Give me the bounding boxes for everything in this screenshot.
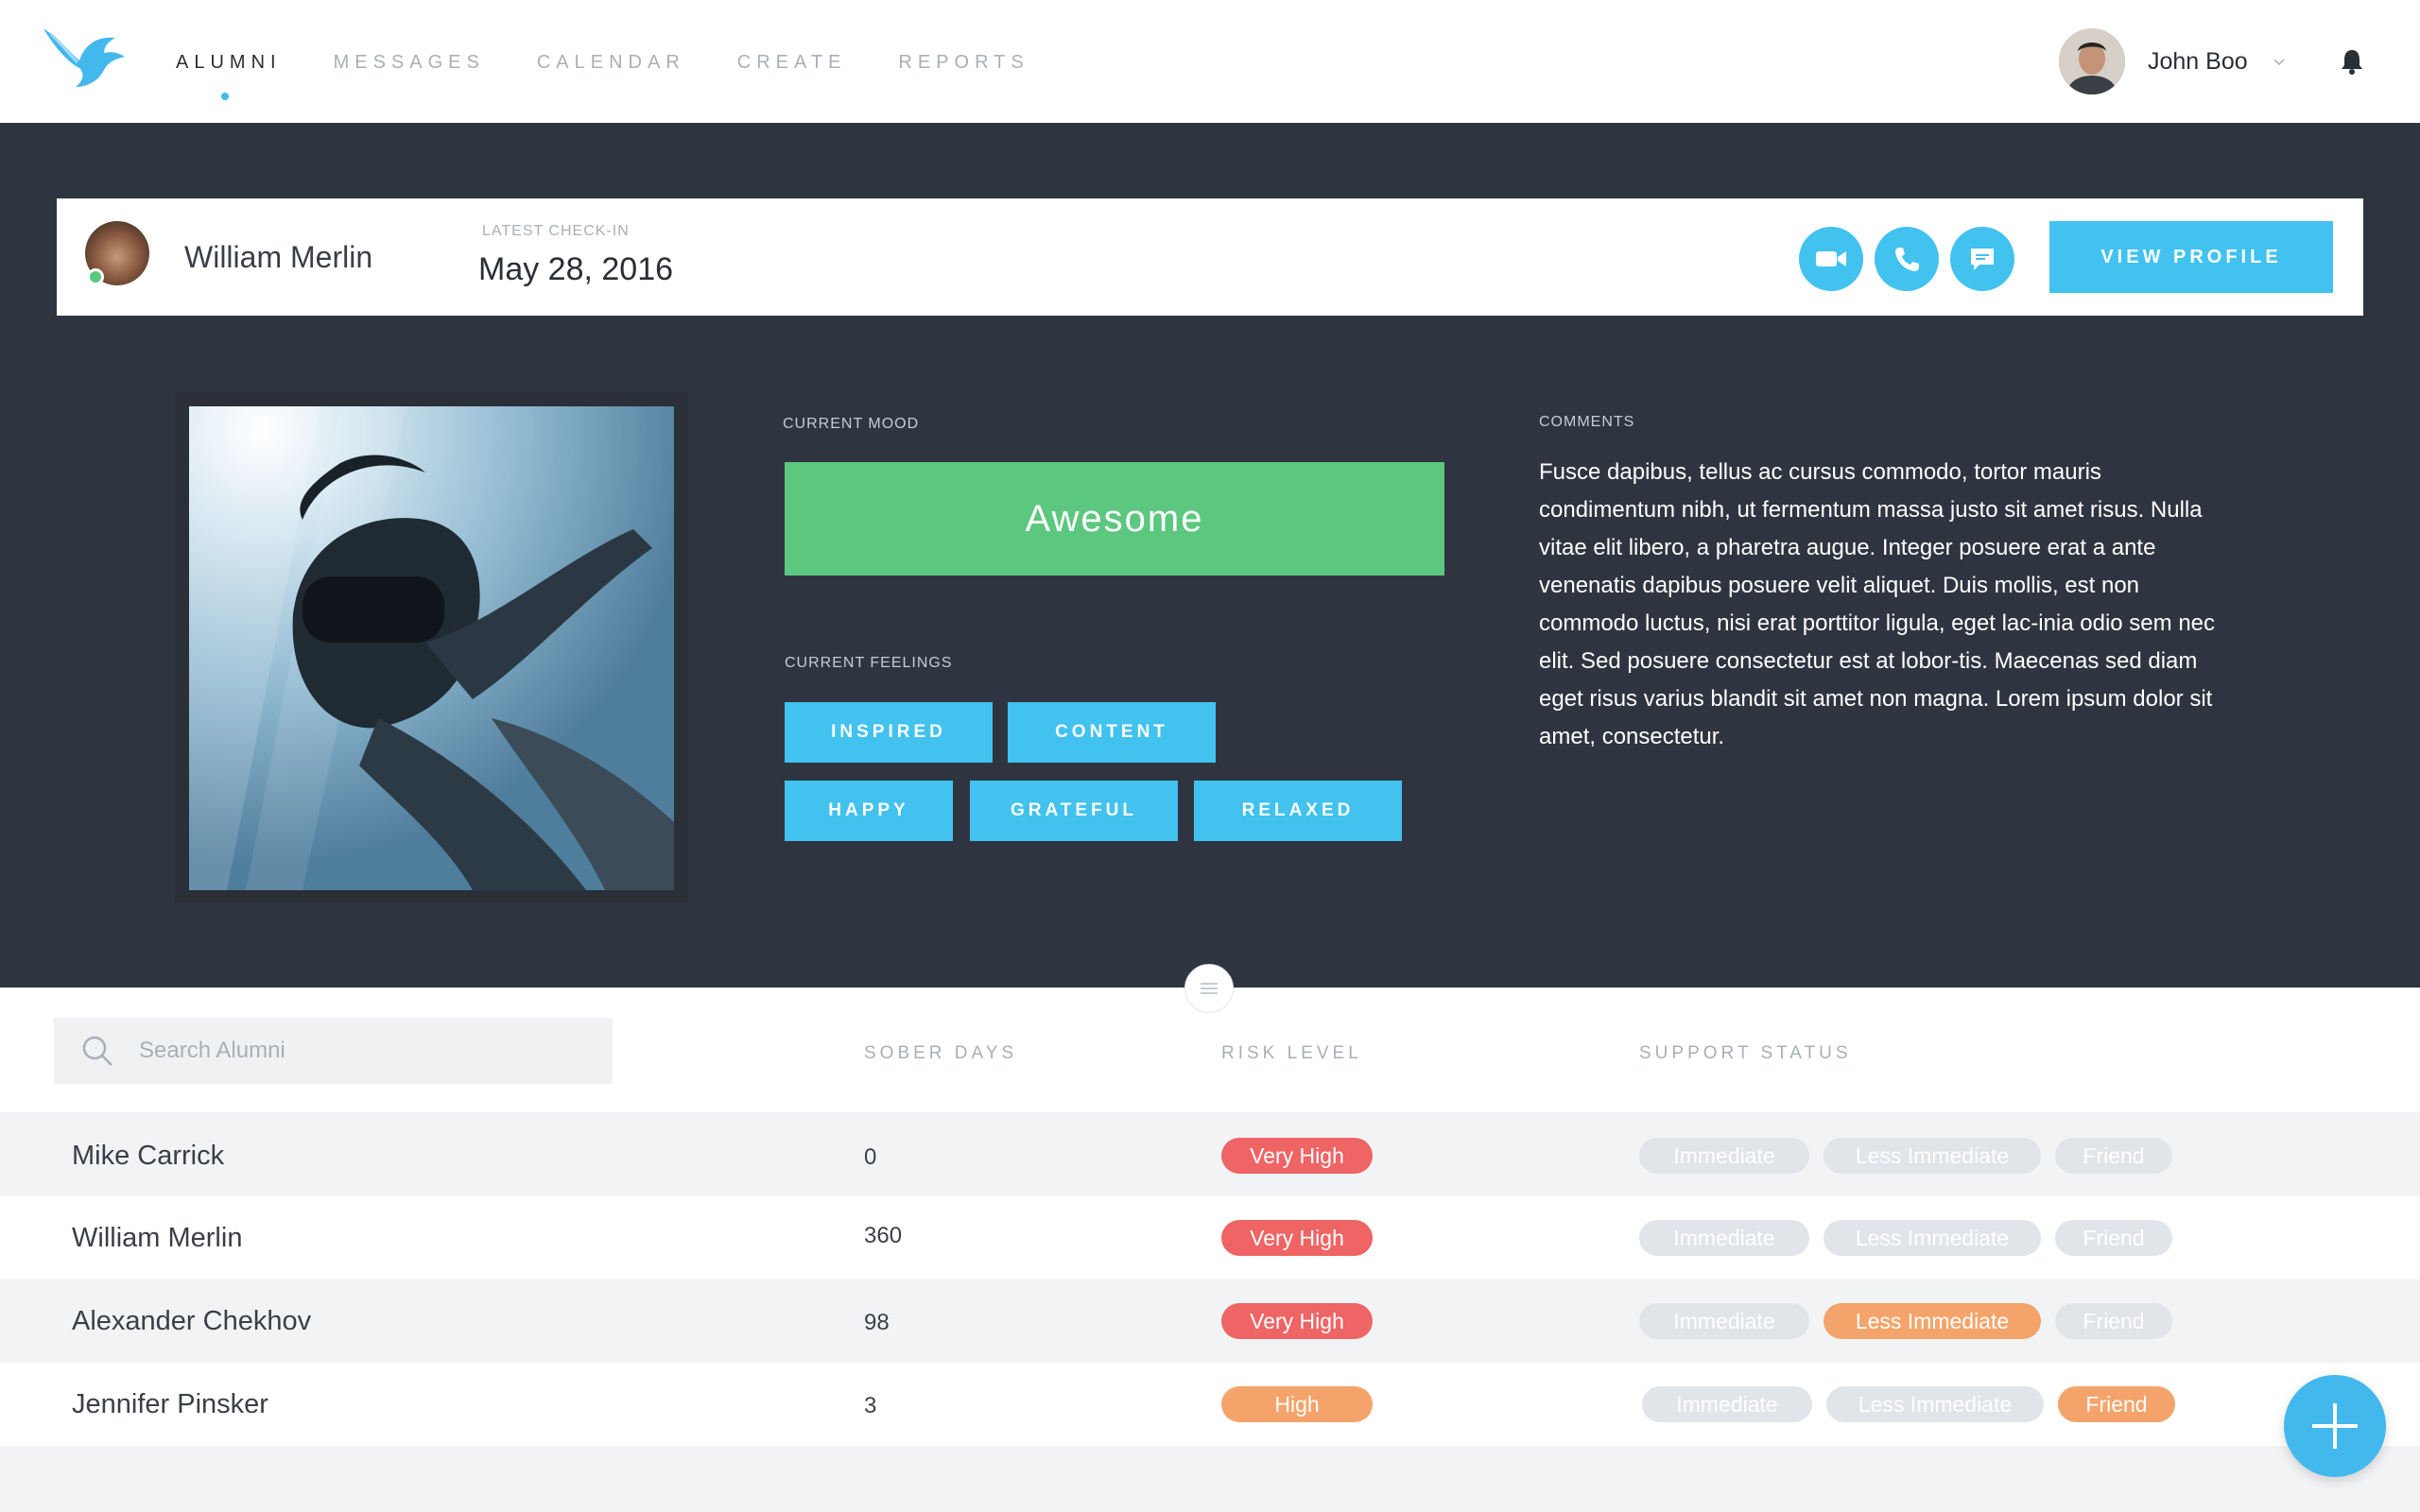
top-nav-bar: ALUMNI MESSAGES CALENDAR CREATE REPORTS … <box>0 0 2420 123</box>
support-status-friend[interactable]: Friend <box>2055 1138 2172 1174</box>
support-status-friend-selected[interactable]: Friend <box>2058 1386 2175 1422</box>
video-call-button[interactable] <box>1799 227 1863 291</box>
user-menu[interactable]: John Boo <box>2059 28 2286 94</box>
column-header-sober-days[interactable]: SOBER DAYS <box>864 1043 1017 1064</box>
chevron-down-icon <box>2273 59 2285 66</box>
checkin-date: May 28, 2016 <box>478 251 674 287</box>
latest-checkin-card: William Merlin LATEST CHECK-IN May 28, 2… <box>57 198 2363 316</box>
sober-days-value: 360 <box>864 1223 903 1248</box>
phone-icon <box>1895 248 1919 271</box>
feeling-tag-relaxed[interactable]: RELAXED <box>1194 781 1402 841</box>
support-status-immediate[interactable]: Immediate <box>1642 1386 1812 1422</box>
search-icon <box>82 1036 112 1066</box>
column-header-risk-level[interactable]: RISK LEVEL <box>1221 1043 1362 1064</box>
alumni-name: Jennifer Pinsker <box>72 1389 268 1419</box>
nav-label: CALENDAR <box>536 52 685 73</box>
online-status-dot <box>87 268 104 285</box>
checkin-label: LATEST CHECK-IN <box>482 223 630 239</box>
nav-label: ALUMNI <box>176 52 282 73</box>
sober-days-value: 0 <box>864 1144 877 1170</box>
add-alumni-button[interactable] <box>2284 1375 2386 1477</box>
bird-logo-icon[interactable] <box>42 25 127 93</box>
feeling-tag-inspired[interactable]: INSPIRED <box>785 702 993 763</box>
nav-item-alumni[interactable]: ALUMNI <box>176 52 282 100</box>
alumni-name: William Merlin <box>184 240 373 274</box>
nav-item-reports[interactable]: REPORTS <box>898 53 1028 72</box>
feeling-tag-content[interactable]: CONTENT <box>1008 702 1216 763</box>
nav-item-create[interactable]: CREATE <box>737 53 847 72</box>
risk-level-badge: Very High <box>1221 1138 1373 1174</box>
underwater-selfie-image <box>189 406 674 890</box>
risk-level-badge: High <box>1221 1386 1373 1422</box>
main-nav: ALUMNI MESSAGES CALENDAR CREATE REPORTS <box>176 52 1081 100</box>
support-status-friend[interactable]: Friend <box>2055 1303 2172 1339</box>
table-row[interactable]: Mike Carrick 0 Very High Immediate Less … <box>0 1114 2420 1197</box>
current-mood-label: CURRENT MOOD <box>783 416 920 432</box>
search-input[interactable] <box>139 1038 593 1064</box>
support-status-immediate[interactable]: Immediate <box>1639 1138 1809 1174</box>
support-status-immediate[interactable]: Immediate <box>1639 1220 1809 1256</box>
column-header-support-status[interactable]: SUPPORT STATUS <box>1639 1043 1852 1064</box>
search-bar <box>54 1018 613 1084</box>
active-indicator <box>220 93 229 100</box>
support-status-less-immediate-selected[interactable]: Less Immediate <box>1824 1303 2041 1339</box>
comments-label: COMMENTS <box>1539 414 1635 430</box>
support-status-less-immediate[interactable]: Less Immediate <box>1824 1138 2041 1174</box>
table-row[interactable]: William Merlin 360 Very High Immediate L… <box>0 1196 2420 1280</box>
alumni-name: Alexander Chekhov <box>72 1306 312 1336</box>
checkin-photo[interactable] <box>189 406 674 890</box>
sober-days-value: 3 <box>864 1393 877 1418</box>
drag-handle-icon <box>1201 983 1218 994</box>
video-camera-icon <box>1816 251 1846 266</box>
nav-label: CREATE <box>736 52 847 73</box>
table-row[interactable]: Jennifer Pinsker 3 High Immediate Less I… <box>0 1363 2420 1446</box>
support-status-less-immediate[interactable]: Less Immediate <box>1826 1386 2044 1422</box>
sober-days-value: 98 <box>864 1310 890 1335</box>
notification-bell-icon[interactable] <box>2339 47 2365 76</box>
person-avatar-icon <box>2059 28 2125 94</box>
table-row[interactable]: Alexander Chekhov 98 Very High Immediate… <box>0 1280 2420 1363</box>
view-profile-button[interactable]: VIEW PROFILE <box>2049 221 2333 293</box>
support-status-immediate[interactable]: Immediate <box>1639 1303 1809 1339</box>
panel-resize-handle[interactable] <box>1184 964 1234 1013</box>
alumni-name: Mike Carrick <box>72 1141 225 1171</box>
message-button[interactable] <box>1950 227 2014 291</box>
support-status-less-immediate[interactable]: Less Immediate <box>1824 1220 2041 1256</box>
user-name: John Boo <box>2148 47 2248 75</box>
phone-call-button[interactable] <box>1875 227 1939 291</box>
current-feelings-label: CURRENT FEELINGS <box>785 655 953 671</box>
alumni-name: William Merlin <box>72 1223 243 1253</box>
feeling-tag-happy[interactable]: HAPPY <box>785 781 953 841</box>
nav-label: REPORTS <box>898 52 1029 73</box>
comments-text: Fusce dapibus, tellus ac cursus commodo,… <box>1539 459 2216 749</box>
chat-bubble-icon <box>1971 249 1994 270</box>
nav-item-calendar[interactable]: CALENDAR <box>537 53 685 72</box>
nav-label: MESSAGES <box>333 52 485 73</box>
mood-badge: Awesome <box>785 462 1444 576</box>
risk-level-badge: Very High <box>1221 1303 1373 1339</box>
user-avatar <box>2059 28 2125 94</box>
plus-icon <box>2312 1403 2358 1449</box>
support-status-friend[interactable]: Friend <box>2055 1220 2172 1256</box>
nav-item-messages[interactable]: MESSAGES <box>334 53 485 72</box>
feeling-tag-grateful[interactable]: GRATEFUL <box>970 781 1178 841</box>
risk-level-badge: Very High <box>1221 1220 1373 1256</box>
